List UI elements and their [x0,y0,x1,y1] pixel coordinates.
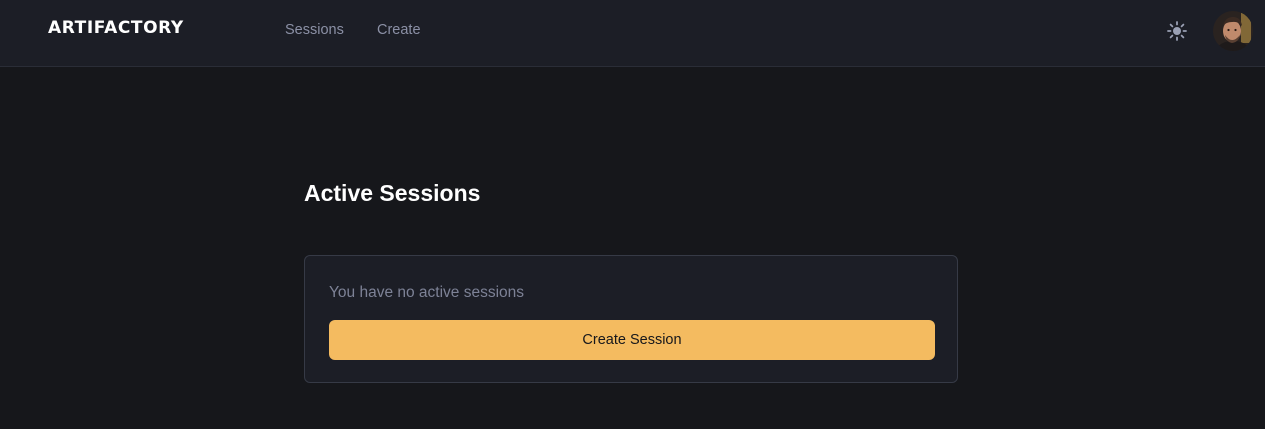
sun-icon [1167,21,1187,41]
nav-link-sessions[interactable]: Sessions [285,22,344,38]
create-session-button[interactable]: Create Session [329,320,935,360]
nav-link-create[interactable]: Create [377,22,421,38]
user-avatar[interactable] [1213,11,1253,51]
sessions-card: You have no active sessions Create Sessi… [304,255,958,383]
page-title: Active Sessions [304,180,481,206]
empty-state-message: You have no active sessions [329,284,525,301]
app-logo[interactable]: ARTIFACTORY [48,18,184,38]
theme-toggle-button[interactable] [1165,19,1189,43]
top-navbar: ARTIFACTORY Sessions Create [0,0,1265,67]
user-avatar-image [1213,11,1253,51]
